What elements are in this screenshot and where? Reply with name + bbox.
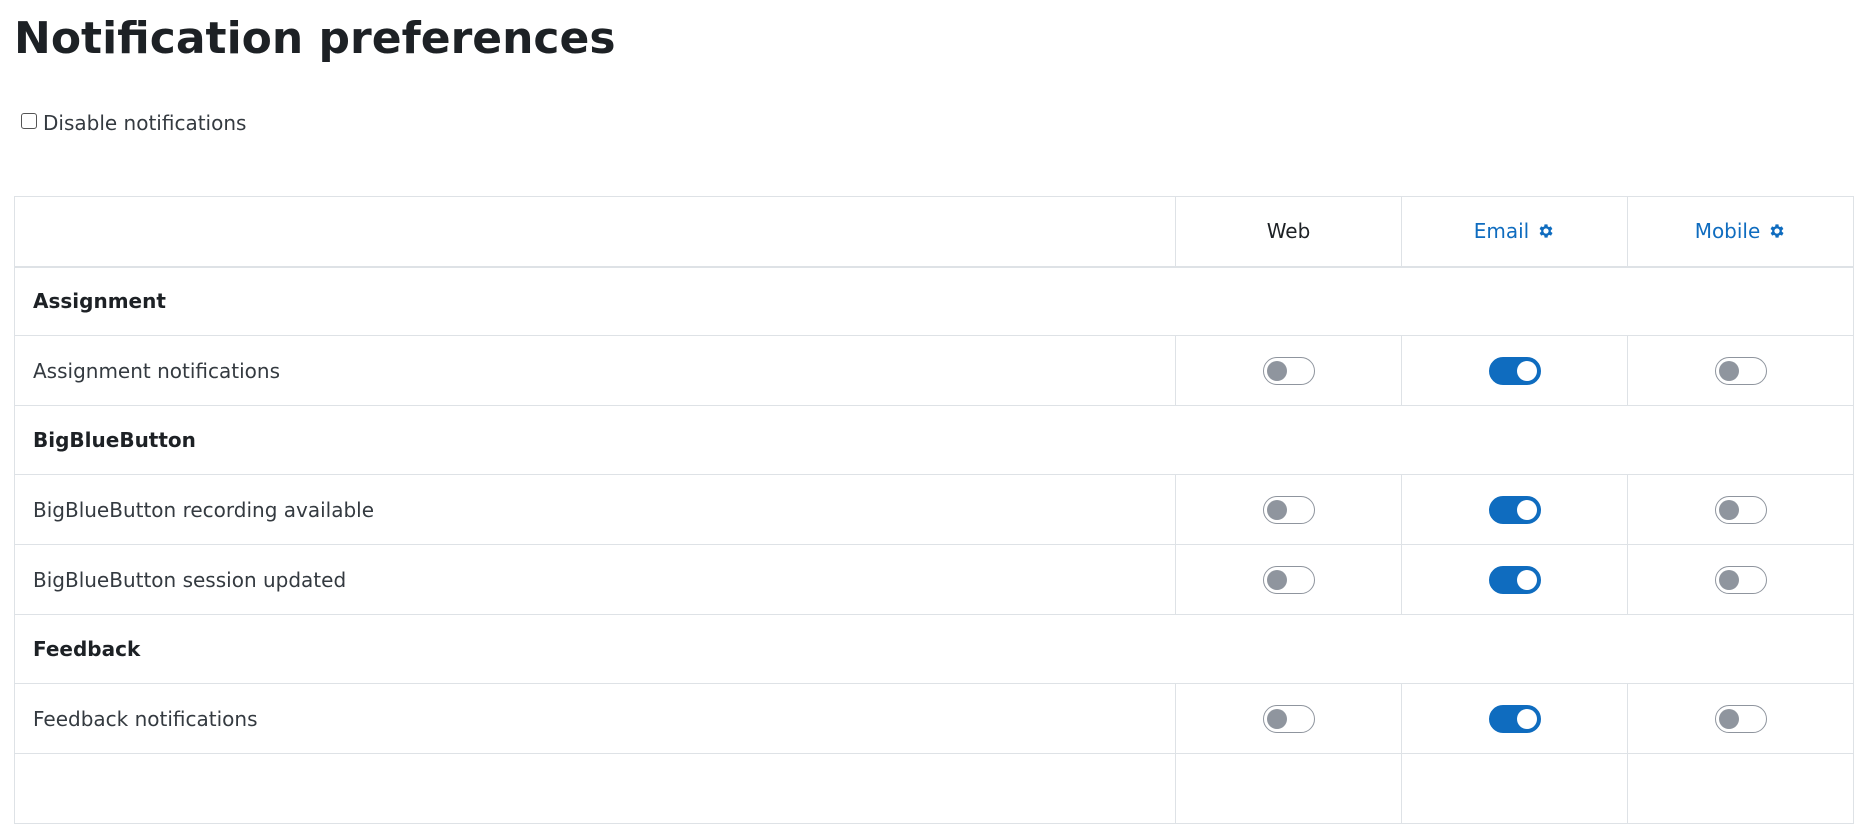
notification-label: BigBlueButton session updated <box>14 544 1176 615</box>
header-email[interactable]: Email <box>1401 196 1628 268</box>
group-row-assignment: Assignment <box>14 266 1854 336</box>
notification-preferences-table: Web Email Mobile Assignment Assignment n… <box>14 196 1854 824</box>
header-mobile[interactable]: Mobile <box>1627 196 1854 268</box>
notification-label: Assignment notifications <box>14 335 1176 406</box>
table-row: Feedback notifications <box>14 683 1854 754</box>
table-row: BigBlueButton recording available <box>14 474 1854 545</box>
gear-icon[interactable] <box>1537 222 1555 240</box>
disable-notifications-label[interactable]: Disable notifications <box>43 111 246 135</box>
table-row <box>14 753 1854 824</box>
email-settings-link[interactable]: Email <box>1474 219 1556 243</box>
table-row: Assignment notifications <box>14 335 1854 406</box>
mobile-toggle[interactable] <box>1714 495 1767 524</box>
email-toggle[interactable] <box>1488 704 1541 733</box>
header-mobile-label[interactable]: Mobile <box>1695 219 1761 243</box>
header-email-label[interactable]: Email <box>1474 219 1530 243</box>
mobile-toggle[interactable] <box>1714 565 1767 594</box>
mobile-toggle[interactable] <box>1714 704 1767 733</box>
web-toggle[interactable] <box>1262 704 1315 733</box>
email-toggle[interactable] <box>1488 565 1541 594</box>
page-title: Notification preferences <box>14 13 616 64</box>
email-toggle[interactable] <box>1488 356 1541 385</box>
table-header-row: Web Email Mobile <box>14 196 1854 268</box>
gear-icon[interactable] <box>1768 222 1786 240</box>
header-blank-cell <box>14 196 1176 268</box>
header-web-label: Web <box>1266 219 1311 244</box>
web-toggle[interactable] <box>1262 495 1315 524</box>
group-heading: Feedback <box>14 614 1854 684</box>
web-toggle[interactable] <box>1262 356 1315 385</box>
mobile-settings-link[interactable]: Mobile <box>1695 219 1787 243</box>
disable-notifications-checkbox[interactable] <box>21 113 37 129</box>
notification-label-partial <box>14 753 1176 824</box>
notification-label: BigBlueButton recording available <box>14 474 1176 545</box>
notification-label: Feedback notifications <box>14 683 1176 754</box>
group-row-feedback: Feedback <box>14 614 1854 684</box>
group-row-bigbluebutton: BigBlueButton <box>14 405 1854 475</box>
table-row: BigBlueButton session updated <box>14 544 1854 615</box>
web-toggle[interactable] <box>1262 565 1315 594</box>
group-heading: Assignment <box>14 266 1854 336</box>
group-heading: BigBlueButton <box>14 405 1854 475</box>
header-web: Web <box>1175 196 1402 268</box>
disable-notifications-row[interactable]: Disable notifications <box>21 111 246 135</box>
mobile-toggle[interactable] <box>1714 356 1767 385</box>
email-toggle[interactable] <box>1488 495 1541 524</box>
